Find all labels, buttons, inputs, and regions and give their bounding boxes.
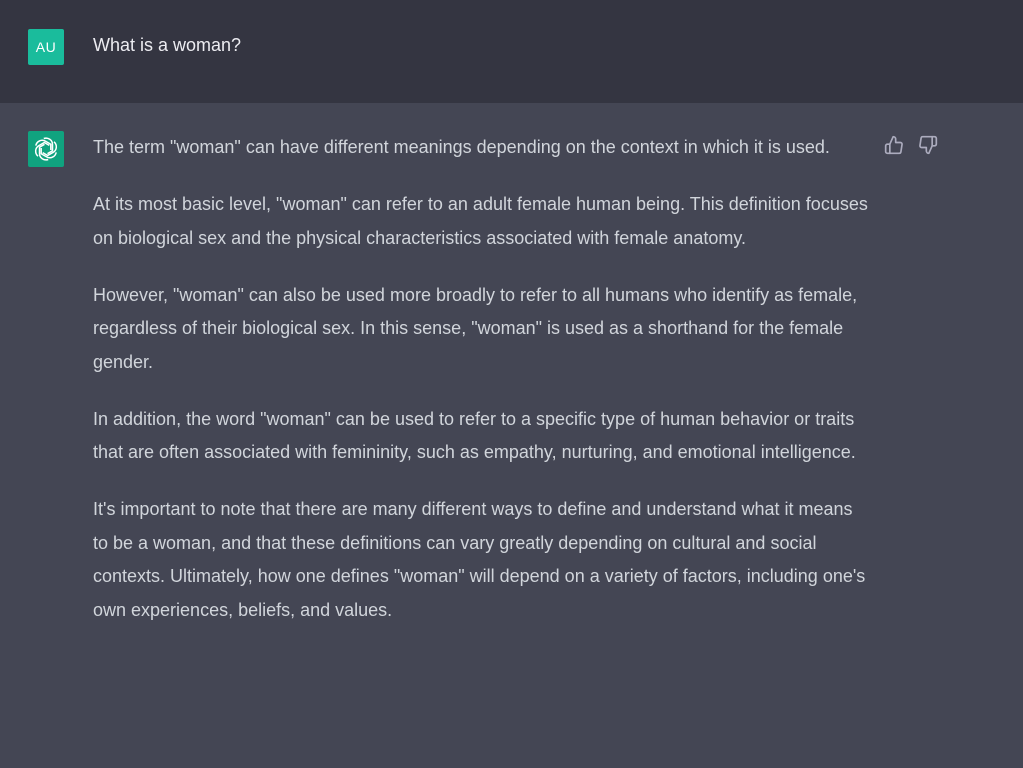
thumbs-up-icon [884, 135, 903, 155]
assistant-response: The term "woman" can have different mean… [93, 131, 868, 651]
thumbs-down-icon [919, 135, 938, 155]
response-paragraph: It's important to note that there are ma… [93, 499, 866, 620]
user-avatar: AU [28, 29, 64, 65]
user-message-text: What is a woman? [93, 35, 242, 55]
feedback-buttons [884, 135, 944, 159]
openai-logo-icon [34, 137, 58, 161]
thumbs-up-button[interactable] [884, 135, 904, 155]
response-paragraph: However, "woman" can also be used more b… [93, 284, 858, 372]
response-paragraph: At its most basic level, "woman" can ref… [93, 194, 868, 248]
thumbs-down-button[interactable] [918, 135, 938, 155]
response-paragraph: In addition, the word "woman" can be use… [93, 408, 856, 463]
chat-page: AU What is a woman? The term "woman" can… [0, 0, 1023, 768]
user-message-row: AU What is a woman? [0, 0, 1023, 103]
assistant-message-row: The term "woman" can have different mean… [0, 103, 1023, 768]
response-paragraph: The term "woman" can have different mean… [93, 137, 830, 157]
assistant-avatar [28, 131, 64, 167]
